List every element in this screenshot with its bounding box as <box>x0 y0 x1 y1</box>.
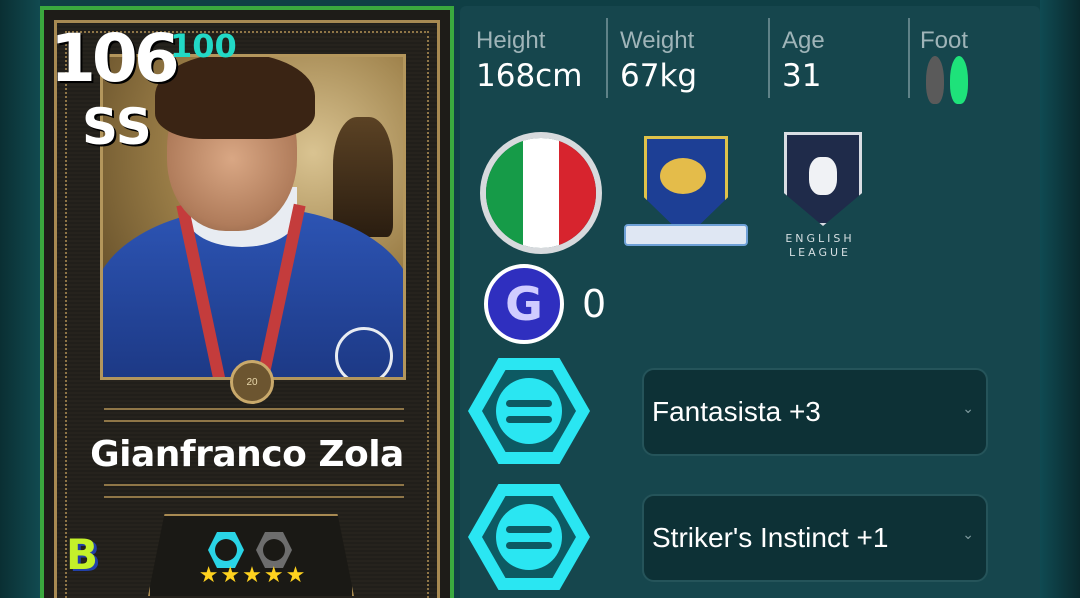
g-coin-letter: G <box>505 277 543 331</box>
skill-2-select[interactable]: Striker's Instinct +1 ⌄ <box>642 494 988 582</box>
left-foot-icon <box>926 56 944 104</box>
card-star-rating: ★★★★★ <box>198 562 308 587</box>
player-name: Gianfranco Zola <box>90 434 404 475</box>
lion-crest-icon <box>784 132 862 226</box>
height-value: 168cm <box>476 58 583 94</box>
left-edge-background <box>0 0 40 598</box>
player-position: SS <box>82 98 152 156</box>
stat-divider <box>908 18 910 98</box>
skill-1-label: Fantasista +3 <box>652 396 821 427</box>
league-emblem[interactable]: ENGLISH LEAGUE <box>780 132 862 262</box>
skill-2-icon[interactable] <box>468 484 590 590</box>
g-coin-icon: G <box>484 264 564 344</box>
age-stat: Age 31 <box>782 26 825 96</box>
medal-number: 20 <box>246 376 258 388</box>
player-hair <box>155 57 315 139</box>
skill-2-label: Striker's Instinct +1 <box>652 522 889 553</box>
ornament-divider-bottom <box>104 484 404 498</box>
background-player-figure <box>333 117 393 237</box>
brand-logo: B <box>66 530 99 579</box>
right-foot-icon <box>950 56 968 104</box>
weight-value: 67kg <box>620 58 698 94</box>
foot-label: Foot <box>920 27 969 54</box>
stat-divider <box>606 18 608 98</box>
age-label: Age <box>782 27 825 54</box>
stat-divider <box>768 18 770 98</box>
player-card[interactable]: 20 106 100 SS Gianfranco Zola ★★★★★ B <box>40 6 454 598</box>
chevron-down-icon: ⌄ <box>962 400 974 416</box>
skill-1-select[interactable]: Fantasista +3 ⌄ <box>642 368 988 456</box>
age-value: 31 <box>782 58 822 94</box>
overall-rating: 106 <box>50 20 180 97</box>
skill-1-icon[interactable] <box>468 358 590 464</box>
chevron-down-icon: ⌄ <box>962 526 974 542</box>
rating-boost: 100 <box>170 27 237 65</box>
weight-stat: Weight 67kg <box>620 26 697 96</box>
height-label: Height <box>476 27 546 54</box>
g-coin-count: 0 <box>582 282 607 326</box>
weight-label: Weight <box>620 27 695 54</box>
club-emblem-icon[interactable] <box>624 136 748 254</box>
efootball-badge-icon <box>335 327 393 377</box>
card-medal: 20 <box>230 360 274 404</box>
league-name: ENGLISH LEAGUE <box>785 232 855 259</box>
foot-stat: Foot <box>920 26 968 56</box>
right-edge-background <box>1040 0 1080 598</box>
lion-icon <box>660 158 706 194</box>
player-info-panel: Height 168cm Weight 67kg Age 31 Foot ENG… <box>460 6 1040 598</box>
italy-flag-icon[interactable] <box>480 132 602 254</box>
height-stat: Height 168cm <box>476 26 582 96</box>
ornament-divider-top <box>104 408 404 422</box>
